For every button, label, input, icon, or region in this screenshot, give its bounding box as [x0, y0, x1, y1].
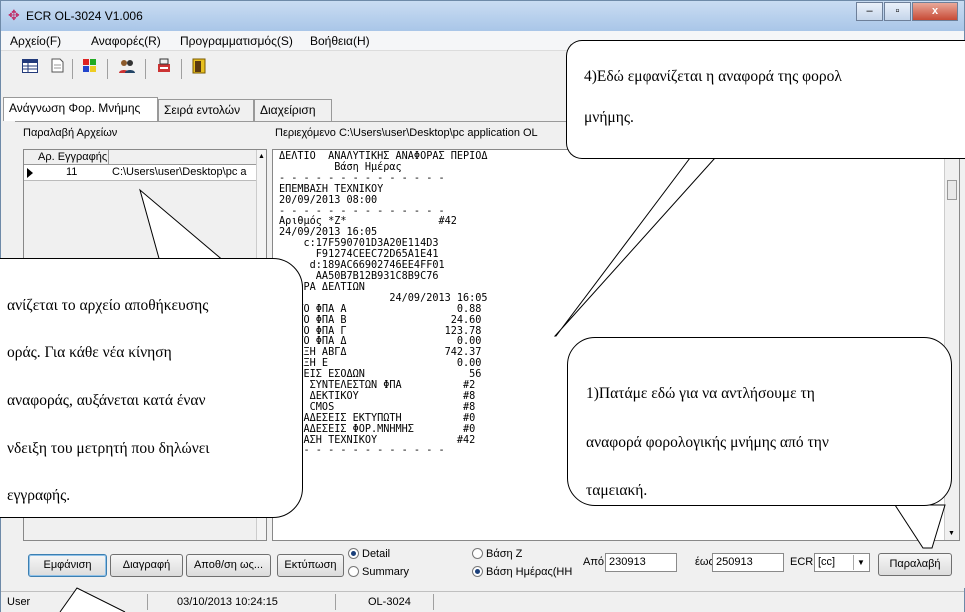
record-number: 11 [66, 166, 78, 178]
close-button[interactable]: x [912, 2, 958, 21]
callout-line: ανίζεται το αρχείο αποθήκευσης [7, 297, 209, 314]
callout-line: αναφορά φορολογικής μνήμης από την [586, 434, 829, 451]
ecr-label: ECR [790, 556, 814, 568]
record-path: C:\Users\user\Desktop\pc a [112, 166, 247, 178]
maximize-button[interactable]: ▫ [884, 2, 911, 21]
basis-day-radio[interactable]: Βάση Ημέρας(ΗΗ [472, 566, 572, 578]
title-bar[interactable]: ✥ ECR OL-3024 V1.006 – ▫ x [1, 1, 964, 31]
show-button[interactable]: Εμφάνιση [28, 554, 107, 577]
app-icon: ✥ [8, 7, 20, 23]
from-label: Από [583, 556, 605, 568]
callout-line: 1)Πατάμε εδώ για να αντλήσουμε τη [586, 385, 815, 402]
radio-empty-icon [348, 566, 359, 577]
scroll-down-icon[interactable]: ▼ [948, 530, 955, 537]
flag-icon[interactable] [79, 58, 101, 80]
radio-selected-icon [348, 548, 359, 559]
from-date-input[interactable]: 230913 [605, 553, 677, 572]
callout-line: ταμειακή. [586, 482, 648, 499]
grid-header: Αρ. Εγγραφής [24, 150, 257, 165]
column-record-number[interactable]: Αρ. Εγγραφής [38, 151, 107, 163]
callout-report-display: 4)Εδώ εμφανίζεται η αναφορά της φορολ μν… [566, 40, 965, 159]
basis-z-radio[interactable]: Βάση Ζ [472, 548, 522, 560]
tab-read-fiscal-memory[interactable]: Ανάγνωση Φορ. Μνήμης [3, 97, 158, 121]
files-section-label: Παραλαβή Αρχείων [23, 127, 118, 139]
table-row[interactable]: 11 C:\Users\user\Desktop\pc a [24, 165, 257, 181]
row-pointer-icon [27, 168, 33, 178]
detail-radio[interactable]: Detail [348, 548, 390, 560]
content-label: Περιεχόμενο C:\Users\user\Desktop\pc app… [275, 127, 538, 139]
radio-empty-icon [472, 548, 483, 559]
minimize-button[interactable]: – [856, 2, 883, 21]
ecr-value: [cc] [818, 556, 836, 568]
save-as-button[interactable]: Αποθ/ση ως... [186, 554, 271, 577]
menu-reports[interactable]: Αναφορές(R) [91, 34, 161, 48]
callout-line: νδειξη του μετρητή που δηλώνει [7, 440, 210, 457]
window-title: ECR OL-3024 V1.006 [26, 9, 143, 23]
delete-button[interactable]: Διαγραφή [110, 554, 183, 577]
callout-line: μνήμης. [584, 109, 634, 126]
callout-record-counter: ανίζεται το αρχείο αποθήκευσης οράς. Για… [0, 258, 303, 518]
cash-register-icon[interactable] [153, 58, 175, 80]
status-user: User [7, 596, 31, 608]
to-label: έως [695, 556, 714, 568]
status-datetime: 03/10/2013 10:24:15 [177, 596, 278, 608]
tab-command-sequence[interactable]: Σειρά εντολών [158, 99, 254, 121]
grid-icon[interactable] [19, 58, 41, 80]
callout-receive-instruction: 1)Πατάμε εδώ για να αντλήσουμε τη αναφορ… [567, 337, 952, 506]
callout-line: αναφοράς, αυξάνεται κατά έναν [7, 392, 206, 409]
callout-line: οράς. Για κάθε νέα κίνηση [7, 344, 172, 361]
receive-button[interactable]: Παραλαβή [878, 553, 952, 576]
summary-radio[interactable]: Summary [348, 566, 409, 578]
report-text: ΔΕΛΤΙΟ ΑΝΑΛΥΤΙΚΗΣ ΑΝΑΦΟΡΑΣ ΠΕΡΙΟΔ Βάση Η… [279, 151, 488, 457]
callout-line: 4)Εδώ εμφανίζεται η αναφορά της φορολ [584, 68, 842, 85]
radio-selected-icon [472, 566, 483, 577]
ecr-select[interactable]: [cc] ▼ [814, 553, 870, 572]
scroll-up-icon[interactable]: ▲ [258, 153, 265, 160]
menu-file[interactable]: Αρχείο(F) [10, 34, 61, 48]
chevron-down-icon[interactable]: ▼ [853, 555, 868, 570]
menu-help[interactable]: Βοήθεια(H) [310, 34, 370, 48]
tab-management[interactable]: Διαχείριση [254, 99, 332, 121]
print-button[interactable]: Εκτύπωση [277, 554, 344, 577]
callout-line: εγγραφής. [7, 487, 71, 504]
document-icon[interactable] [46, 58, 68, 80]
status-bar: User 03/10/2013 10:24:15 OL-3024 [1, 591, 964, 612]
users-icon[interactable] [116, 58, 138, 80]
scroll-thumb[interactable] [947, 180, 957, 200]
exit-door-icon[interactable] [188, 58, 210, 80]
menu-programming[interactable]: Προγραμματισμός(S) [180, 34, 293, 48]
to-date-input[interactable]: 250913 [712, 553, 784, 572]
bottom-controls: Εμφάνιση Διαγραφή Αποθ/ση ως... Εκτύπωση… [15, 542, 965, 582]
status-model: OL-3024 [368, 596, 411, 608]
